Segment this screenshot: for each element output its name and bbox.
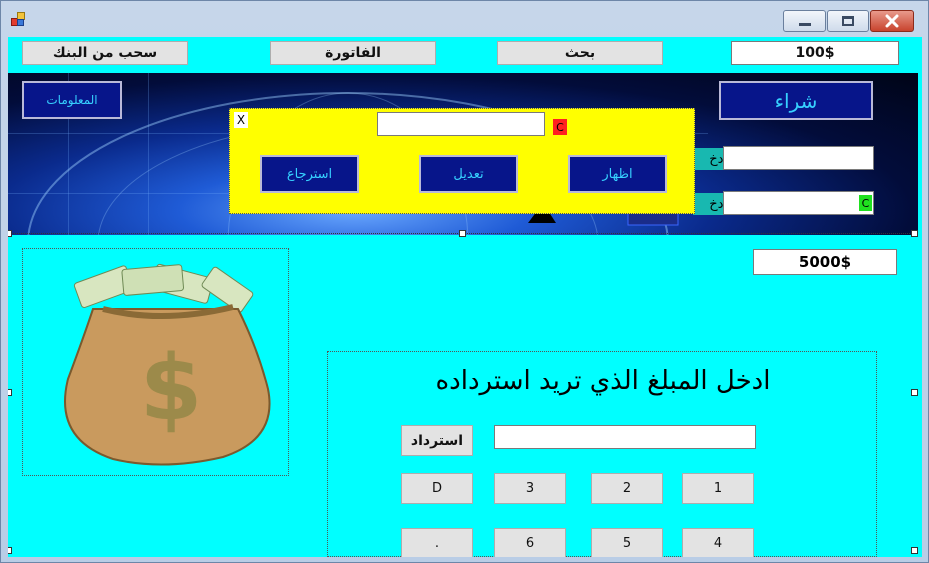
popup-input[interactable] (377, 112, 545, 136)
amount-display: 100$ (731, 41, 899, 65)
refund-amount-input[interactable] (494, 425, 756, 449)
popup-close-button[interactable]: X (234, 112, 248, 128)
withdraw-from-bank-button[interactable]: سحب من البنك (22, 41, 188, 65)
minimize-icon (798, 22, 811, 26)
balance-display: 5000$ (753, 249, 897, 275)
key-1[interactable]: 1 (682, 473, 754, 504)
resize-handle[interactable] (459, 230, 466, 237)
key-2[interactable]: 2 (591, 473, 663, 504)
resize-handle[interactable] (911, 547, 918, 554)
key-delete[interactable]: D (401, 473, 473, 504)
key-dot[interactable]: . (401, 528, 473, 557)
maximize-button[interactable] (827, 10, 869, 32)
close-button[interactable] (870, 10, 914, 32)
invoice-button[interactable]: الفاتورة (270, 41, 436, 65)
title-bar (1, 1, 928, 37)
client-area: سحب من البنك الفاتورة بحث 100$ المعلومات… (8, 37, 922, 557)
field2-input[interactable] (723, 191, 874, 215)
resize-handle[interactable] (8, 547, 12, 554)
refund-group: ادخل المبلغ الذي تريد استرداده استرداد D… (327, 351, 877, 557)
edit-button[interactable]: تعديل (419, 155, 518, 193)
resize-handle[interactable] (8, 230, 12, 237)
key-6[interactable]: 6 (494, 528, 566, 557)
close-icon (885, 14, 899, 28)
svg-text:$: $ (140, 336, 203, 441)
search-button[interactable]: بحث (497, 41, 663, 65)
refund-title: ادخل المبلغ الذي تريد استرداده (435, 366, 771, 396)
refund-button[interactable]: استرداد (401, 425, 473, 456)
resize-handle[interactable] (911, 230, 918, 237)
money-bag-image: $ (64, 263, 271, 466)
clear-field2-button[interactable]: C (859, 195, 872, 211)
minimize-button[interactable] (783, 10, 826, 32)
maximize-icon (842, 16, 854, 26)
resize-handle[interactable] (8, 389, 12, 396)
show-button[interactable]: اظهار (568, 155, 667, 193)
info-button[interactable]: المعلومات (22, 81, 122, 119)
field1-input[interactable] (723, 146, 874, 170)
buy-button[interactable]: شراء (719, 81, 873, 120)
money-bag-frame: $ (22, 248, 289, 476)
popup-clear-button[interactable]: C (553, 119, 567, 135)
restore-button[interactable]: استرجاع (260, 155, 359, 193)
key-5[interactable]: 5 (591, 528, 663, 557)
resize-handle[interactable] (911, 389, 918, 396)
edit-popup-panel: X C استرجاع تعديل اظهار (229, 108, 695, 214)
key-4[interactable]: 4 (682, 528, 754, 557)
main-window: سحب من البنك الفاتورة بحث 100$ المعلومات… (0, 0, 929, 563)
app-icon (11, 12, 27, 28)
key-3[interactable]: 3 (494, 473, 566, 504)
